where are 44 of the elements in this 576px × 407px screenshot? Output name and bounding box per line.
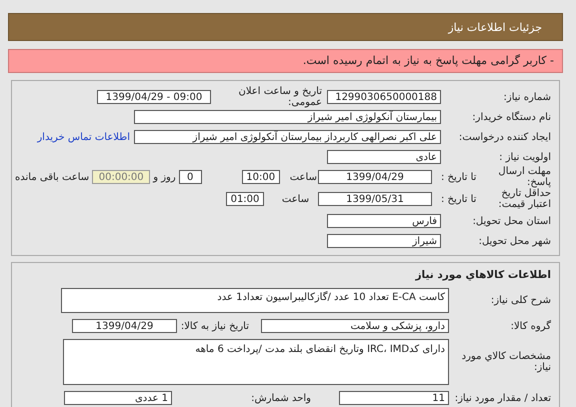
text-field[interactable]: 10:00 xyxy=(242,170,280,184)
field-label: روز و xyxy=(153,172,176,182)
text-field[interactable]: 1 عددی xyxy=(64,391,172,405)
field-label: ساعت xyxy=(280,194,310,204)
field-label: مهلت ارسال پاسخ: xyxy=(497,166,551,188)
text-field[interactable]: 1299030650000188 xyxy=(327,90,441,104)
field-label: حداقل تاریخ اعتبار قیمت: xyxy=(497,188,551,210)
field-label: نام دستگاه خریدار: xyxy=(471,112,551,122)
field-label: تا تاریخ : xyxy=(441,172,476,182)
field-label: ساعت xyxy=(288,172,318,182)
text-field[interactable]: 1399/04/29 - 09:00 xyxy=(97,90,211,104)
field-label: مشخصات کالاي مورد نیاز: xyxy=(460,351,551,373)
section-title: اطلاعات کالاهاي مورد نیاز xyxy=(414,269,551,283)
text-field[interactable]: 0 xyxy=(178,170,202,184)
page-title: جزئیات اطلاعات نیاز xyxy=(448,20,542,34)
text-field[interactable]: 1399/04/29 xyxy=(318,170,432,184)
text-field[interactable]: 01:00 xyxy=(226,192,264,206)
text-field[interactable]: بیمارستان آنکولوژی امیر شیراز xyxy=(134,110,441,124)
field-label: اولویت نیاز : xyxy=(498,152,551,162)
field-label: تاریخ و ساعت اعلان عمومی: xyxy=(237,86,323,108)
countdown-field: 00:00:00 xyxy=(92,170,150,184)
text-field[interactable]: 1399/04/29 xyxy=(72,319,177,333)
field-label: گروه کالا: xyxy=(510,320,551,332)
alert-message: - کاربر گرامی مهلت پاسخ به نیاز به اتمام رسیده است. xyxy=(8,49,563,73)
field-label: تاریخ نیاز به کالا: xyxy=(180,320,250,332)
text-field[interactable]: 11 xyxy=(339,391,449,405)
field-label: تعداد / مقدار مورد نیاز: xyxy=(454,392,551,404)
field-label: استان محل تحویل: xyxy=(472,216,551,226)
text-field[interactable]: علی اکبر نصرالهی کاربرداز بیمارستان آنکولوژی امیر شیراز xyxy=(134,130,441,144)
field-label: ساعت باقی مانده xyxy=(15,172,90,182)
field-label: شهر محل تحویل: xyxy=(478,236,551,246)
text-field[interactable]: عادی xyxy=(327,150,441,164)
text-field[interactable]: 1399/05/31 xyxy=(318,192,432,206)
text-field[interactable]: دارای کدIRC، IMD وتاریخ انقضای بلند مدت /پرداخت 6 ماهه xyxy=(63,339,449,385)
field-label: ایجاد کننده درخواست: xyxy=(458,132,551,142)
field-label: تا تاریخ : xyxy=(441,194,476,204)
text-field[interactable]: شیراز xyxy=(327,234,441,248)
text-field[interactable]: دارو، پزشکی و سلامت xyxy=(261,319,449,333)
field-label: واحد شمارش: xyxy=(250,392,312,404)
text-field[interactable]: فارس xyxy=(327,214,441,228)
text-field[interactable]: کاست E-CA تعداد 10 عدد /گازکالیبراسیون تعداد1 عدد xyxy=(61,288,449,312)
field-label: شماره نیاز: xyxy=(502,92,551,102)
field-label: شرح کلی نیاز: xyxy=(490,294,551,306)
contact-link[interactable]: اطلاعات تماس خریدار xyxy=(37,132,130,142)
